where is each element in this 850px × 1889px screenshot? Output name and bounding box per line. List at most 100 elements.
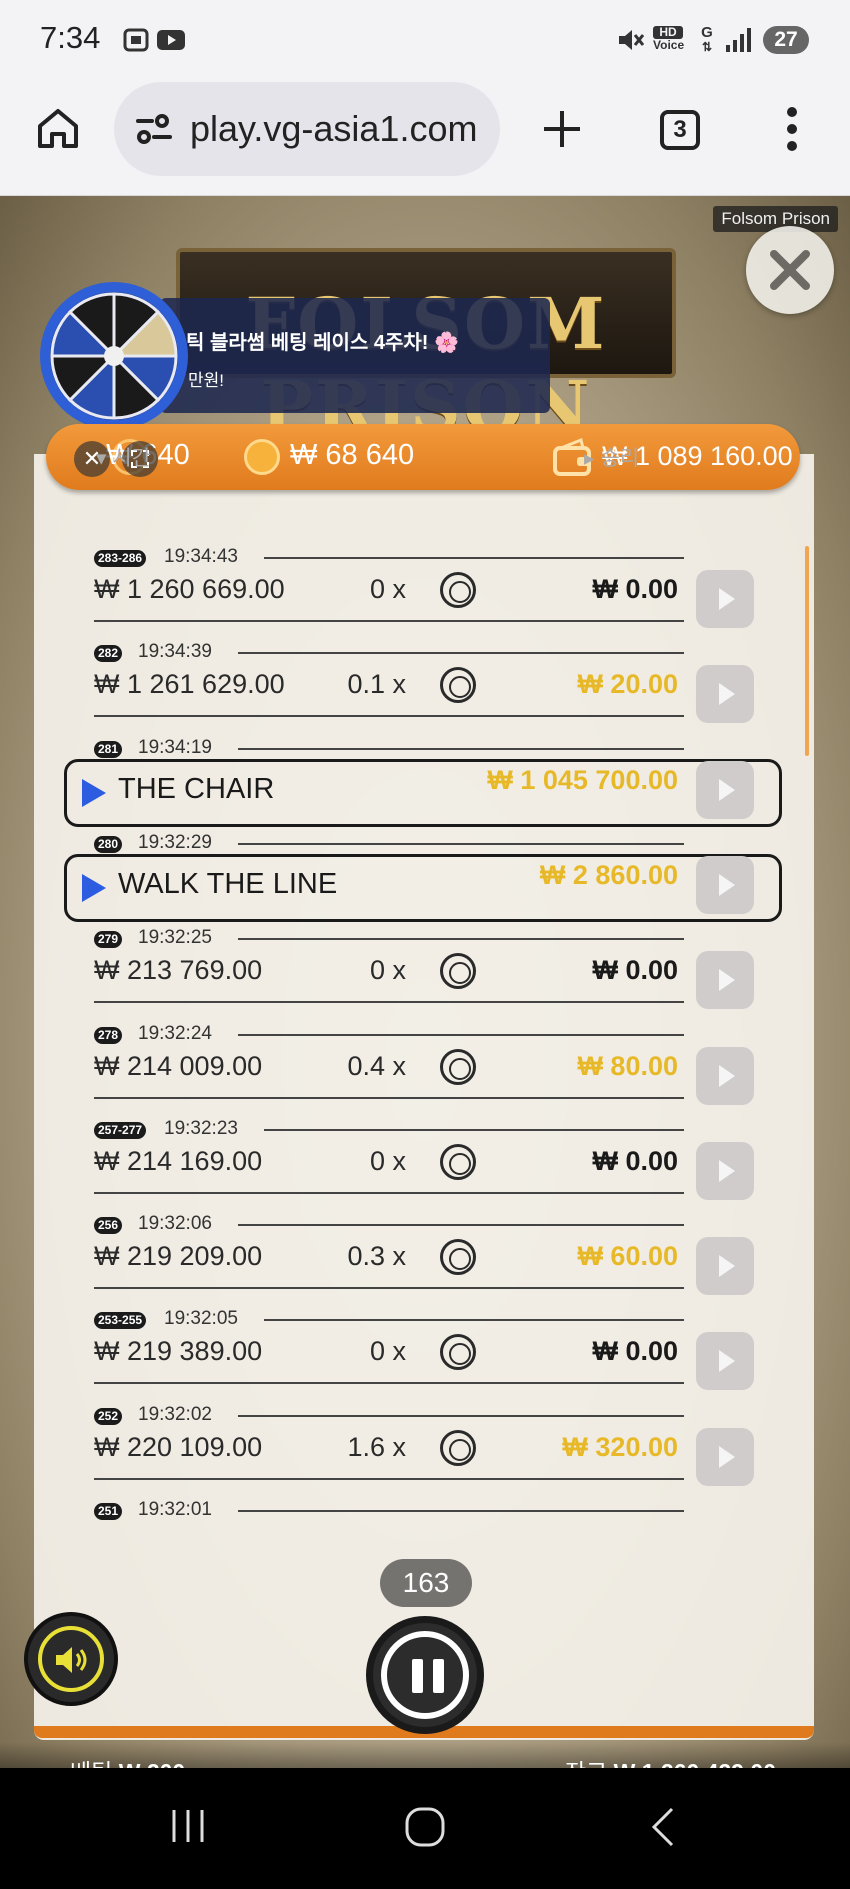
row-separator xyxy=(94,1287,684,1289)
home-nav-icon[interactable] xyxy=(404,1806,446,1848)
balance-before: ₩ 220 109.00 xyxy=(94,1432,263,1462)
round-time: 19:34:43 xyxy=(164,546,238,567)
row-divider xyxy=(238,1415,684,1417)
coin-icon xyxy=(440,953,476,989)
win-multiplier: 0.1 x xyxy=(347,669,406,699)
round-badge: 281 xyxy=(94,741,123,758)
row-divider xyxy=(264,1319,684,1321)
history-row[interactable]: 252 19:32:02 ₩ 220 109.00 1.6 x ₩ 320.00 xyxy=(34,1394,814,1490)
round-time: 19:32:29 xyxy=(138,832,212,853)
row-divider xyxy=(238,843,684,845)
bonus-round-row[interactable]: 281 19:34:19 THE CHAIR ₩ 1 045 700.00 xyxy=(34,727,814,827)
round-time: 19:32:06 xyxy=(138,1213,212,1234)
round-badge: 257-277 xyxy=(94,1122,147,1139)
coin-icon xyxy=(440,1430,476,1466)
home-icon[interactable] xyxy=(36,106,80,150)
round-badge: 278 xyxy=(94,1027,123,1044)
youtube-icon xyxy=(157,30,185,50)
balance-before: ₩ 214 009.00 xyxy=(94,1051,263,1081)
round-badge: 256 xyxy=(94,1217,123,1234)
replay-button[interactable] xyxy=(696,761,754,819)
balance-value: ₩ 1 260 429.00 xyxy=(614,1759,776,1768)
row-separator xyxy=(94,1097,684,1099)
history-row[interactable]: 279 19:32:25 ₩ 213 769.00 0 x ₩ 0.00 xyxy=(34,917,814,1013)
new-tab-icon[interactable] xyxy=(541,108,583,150)
mute-icon xyxy=(619,30,644,50)
speaker-icon xyxy=(56,1647,87,1673)
row-divider xyxy=(238,652,684,654)
history-row[interactable]: 283-286 19:34:43 ₩ 1 260 669.00 0 x ₩ 0.00 xyxy=(34,536,814,632)
row-divider xyxy=(238,1224,684,1226)
system-navigation-bar xyxy=(0,1768,850,1889)
sound-toggle-button[interactable] xyxy=(24,1612,118,1706)
status-bar: 7:34 HD Voice G ⇅ 27 xyxy=(0,0,850,82)
history-row[interactable]: 256 19:32:06 ₩ 219 209.00 0.3 x ₩ 60.00 xyxy=(34,1203,814,1299)
win-amount: ₩ 20.00 xyxy=(577,669,678,699)
replay-button[interactable] xyxy=(696,570,754,628)
recent-apps-icon[interactable] xyxy=(168,1806,208,1846)
row-divider xyxy=(238,938,684,940)
replay-button[interactable] xyxy=(696,1332,754,1390)
history-row[interactable]: 257-277 19:32:23 ₩ 214 169.00 0 x ₩ 0.00 xyxy=(34,1108,814,1204)
signal-icon xyxy=(726,28,751,52)
row-separator xyxy=(94,620,684,622)
coin-icon xyxy=(440,1144,476,1180)
win-amount: ₩ 2 860.00 xyxy=(539,860,678,890)
win-multiplier: 0 x xyxy=(369,574,406,604)
round-time: 19:34:39 xyxy=(138,641,212,662)
coin-icon xyxy=(440,1239,476,1275)
replay-button[interactable] xyxy=(696,1047,754,1105)
site-settings-icon[interactable] xyxy=(134,112,174,146)
round-time: 19:32:02 xyxy=(138,1404,212,1425)
round-badge: 283-286 xyxy=(94,550,147,567)
replay-button[interactable] xyxy=(696,1428,754,1486)
tab-switcher-button[interactable]: 3 xyxy=(660,110,700,150)
win-multiplier: 0.4 x xyxy=(347,1051,406,1081)
win-amount: ₩ 0.00 xyxy=(592,1336,678,1366)
row-divider xyxy=(264,1129,684,1131)
row-separator xyxy=(94,1478,684,1480)
replay-button[interactable] xyxy=(696,951,754,1009)
round-time: 19:32:01 xyxy=(138,1499,212,1520)
round-badge: 251 xyxy=(94,1503,123,1520)
more-menu-icon[interactable] xyxy=(780,106,804,152)
address-bar[interactable]: play.vg-asia1.com xyxy=(114,82,500,176)
history-row[interactable]: 251 19:32:01 xyxy=(34,1489,814,1523)
win-amount: ₩ 60.00 xyxy=(577,1241,678,1271)
round-time: 19:34:19 xyxy=(138,737,212,758)
replay-button[interactable] xyxy=(696,856,754,914)
bet-amount: 베팅 ₩ 200 xyxy=(70,1753,185,1768)
win-amount: ₩ 0.00 xyxy=(592,1146,678,1176)
balance-before: ₩ 214 169.00 xyxy=(94,1146,263,1176)
history-row[interactable]: 253-255 19:32:05 ₩ 219 389.00 0 x ₩ 0.00 xyxy=(34,1298,814,1394)
balance-before: ₩ 219 209.00 xyxy=(94,1241,263,1271)
bonus-name: WALK THE LINE xyxy=(118,868,338,900)
bet-label: 베팅 xyxy=(70,1759,112,1768)
history-row[interactable]: 282 19:34:39 ₩ 1 261 629.00 0.1 x ₩ 20.00 xyxy=(34,631,814,727)
play-bonus-icon xyxy=(82,779,106,807)
auto-spin-counter: 163 xyxy=(380,1559,472,1607)
bet-history-list: 283-286 19:34:43 ₩ 1 260 669.00 0 x ₩ 0.00 28… xyxy=(34,196,814,1523)
coin-icon xyxy=(440,572,476,608)
round-badge: 280 xyxy=(94,836,123,853)
play-bonus-icon xyxy=(82,874,106,902)
hd-voice-icon: HD Voice xyxy=(653,25,685,52)
round-badge: 252 xyxy=(94,1408,123,1425)
round-time: 19:32:24 xyxy=(138,1023,212,1044)
round-badge: 282 xyxy=(94,645,123,662)
bonus-round-row[interactable]: 280 19:32:29 WALK THE LINE ₩ 2 860.00 xyxy=(34,822,814,922)
replay-button[interactable] xyxy=(696,1142,754,1200)
back-icon[interactable] xyxy=(648,1806,678,1848)
pause-autoplay-button[interactable] xyxy=(366,1616,484,1734)
replay-button[interactable] xyxy=(696,1237,754,1295)
replay-button[interactable] xyxy=(696,665,754,723)
row-divider xyxy=(238,1510,684,1512)
row-separator xyxy=(94,715,684,717)
sound-icon-ring xyxy=(38,1626,104,1692)
win-amount: ₩ 80.00 xyxy=(577,1051,678,1081)
balance-before: ₩ 1 261 629.00 xyxy=(94,669,285,699)
balance-before: ₩ 1 260 669.00 xyxy=(94,574,285,604)
status-time: 7:34 xyxy=(40,20,101,55)
history-row[interactable]: 278 19:32:24 ₩ 214 009.00 0.4 x ₩ 80.00 xyxy=(34,1013,814,1109)
bonus-name: THE CHAIR xyxy=(118,773,275,805)
